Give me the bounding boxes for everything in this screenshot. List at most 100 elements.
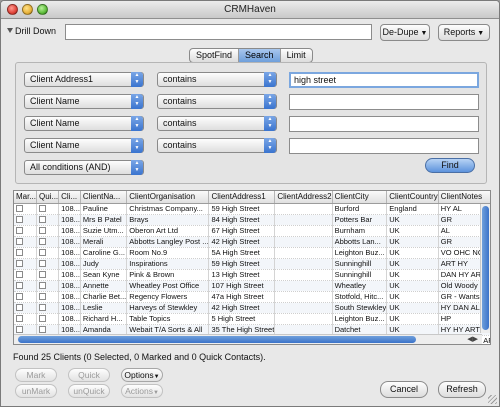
table-cell: Abbotts Langley Post ...	[126, 236, 210, 248]
quick-checkbox[interactable]	[39, 282, 47, 290]
find-button[interactable]: Find	[425, 158, 475, 173]
checkbox-cell	[36, 236, 60, 248]
column-header[interactable]: Qui...	[36, 191, 60, 204]
options-button[interactable]: Options▼	[121, 368, 163, 382]
mark-checkbox[interactable]	[16, 238, 23, 246]
operator-select[interactable]: contains ▲ ▼	[157, 94, 277, 109]
table-row[interactable]: 108... Pauline Christmas Company... 59 High…	[14, 203, 490, 215]
conditions-select[interactable]: All conditions (AND) ▲ ▼	[24, 160, 144, 175]
table-row[interactable]: 108... Suzie Utm... Oberon Art Ltd 67 High …	[14, 225, 490, 237]
quick-checkbox[interactable]	[39, 271, 47, 279]
column-header[interactable]: ClientOrganisation	[126, 191, 210, 204]
vertical-scrollbar[interactable]	[480, 204, 490, 333]
quick-checkbox[interactable]	[39, 326, 47, 334]
dedupe-button[interactable]: De-Dupe ▼	[380, 24, 430, 41]
actions-button[interactable]: Actions▼	[121, 384, 163, 398]
scroll-arrows-icon[interactable]: ◀▶	[467, 335, 478, 343]
quick-checkbox[interactable]	[39, 249, 47, 257]
field-select-value: Client Name	[30, 140, 80, 150]
table-row[interactable]: 108... Judy Inspirations 59 High Street Sunn…	[14, 258, 490, 270]
tab-limit[interactable]: Limit	[281, 49, 312, 62]
table-cell: Harveys of Stewkley	[126, 302, 210, 314]
table-row[interactable]: 108... Caroline G... Room No.9 5A High Stre…	[14, 247, 490, 259]
criteria-value-input[interactable]: high street	[289, 72, 479, 88]
mark-checkbox[interactable]	[16, 326, 23, 334]
quick-checkbox[interactable]	[39, 293, 47, 301]
quick-checkbox[interactable]	[39, 315, 47, 323]
cancel-button[interactable]: Cancel	[380, 381, 428, 398]
table-cell: Oberon Art Ltd	[126, 225, 210, 237]
column-header[interactable]: ClientAddress1	[208, 191, 276, 204]
criteria-value-input[interactable]	[289, 94, 479, 110]
quick-checkbox[interactable]	[39, 304, 47, 312]
table-row[interactable]: 108... Charlie Bet... Regency Flowers 47a H…	[14, 291, 490, 303]
field-select[interactable]: Client Name ▲ ▼	[24, 94, 144, 109]
column-header[interactable]: Mar...	[14, 191, 38, 204]
criteria-value-input[interactable]	[289, 116, 479, 132]
quick-checkbox[interactable]	[39, 216, 47, 224]
mark-checkbox[interactable]	[16, 205, 23, 213]
table-cell: 108...	[58, 313, 81, 325]
table-row[interactable]: 108... Leslie Harveys of Stewkley 42 High S…	[14, 302, 490, 314]
table-row[interactable]: 108... Mrs B Patel Brays 84 High Street Pott…	[14, 214, 490, 226]
column-header[interactable]: ClientCity	[332, 191, 388, 204]
table-cell	[274, 247, 333, 259]
table-cell	[274, 269, 333, 281]
vertical-scroll-thumb[interactable]	[482, 206, 489, 330]
table-cell: UK	[386, 302, 439, 314]
quick-checkbox[interactable]	[39, 260, 47, 268]
unquick-button[interactable]: unQuick	[68, 384, 110, 398]
quick-checkbox[interactable]	[39, 238, 47, 246]
table-cell: 108...	[58, 280, 81, 292]
operator-select[interactable]: contains ▲ ▼	[157, 72, 277, 87]
tab-search[interactable]: Search	[239, 49, 281, 62]
operator-select-value: contains	[163, 96, 197, 106]
table-row[interactable]: 108... Richard H... Table Topics 5 High Str…	[14, 313, 490, 325]
field-select[interactable]: Client Address1 ▲ ▼	[24, 72, 144, 87]
reports-button[interactable]: Reports ▼	[438, 24, 490, 41]
mark-checkbox[interactable]	[16, 304, 23, 312]
column-header[interactable]: ClientNa...	[80, 191, 128, 204]
mark-checkbox[interactable]	[16, 216, 23, 224]
criteria-value-input[interactable]	[289, 138, 479, 154]
refresh-button[interactable]: Refresh	[438, 381, 486, 398]
column-header[interactable]: ClientCountry	[386, 191, 439, 204]
mark-checkbox[interactable]	[16, 293, 23, 301]
table-row[interactable]: 108... Sean Kyne Pink & Brown 13 High Stree…	[14, 269, 490, 281]
field-select[interactable]: Client Name ▲ ▼	[24, 138, 144, 153]
operator-select[interactable]: contains ▲ ▼	[157, 116, 277, 131]
mark-checkbox[interactable]	[16, 227, 23, 235]
operator-select[interactable]: contains ▲ ▼	[157, 138, 277, 153]
quick-button[interactable]: Quick	[68, 368, 110, 382]
mark-checkbox[interactable]	[16, 315, 23, 323]
tab-spotfind[interactable]: SpotFind	[190, 49, 240, 62]
table-cell: Judy	[80, 258, 128, 270]
field-select[interactable]: Client Name ▲ ▼	[24, 116, 144, 131]
table-cell: 67 High Street	[208, 225, 276, 237]
horizontal-scroll-thumb[interactable]	[18, 336, 416, 343]
clients-grid: Mar... Qui... Cli... ClientNa... ClientOrgan…	[14, 191, 490, 344]
mark-checkbox[interactable]	[16, 271, 23, 279]
disclosure-triangle-icon[interactable]	[7, 28, 13, 33]
table-row[interactable]: 108... Annette Wheatley Post Office 107 Hig…	[14, 280, 490, 292]
unmark-button[interactable]: unMark	[15, 384, 57, 398]
column-header[interactable]: ClientNotes	[438, 191, 490, 204]
mark-button[interactable]: Mark	[15, 368, 57, 382]
resize-grip-icon[interactable]	[488, 395, 497, 404]
drill-down-input[interactable]	[65, 24, 372, 40]
table-cell: Sunninghill	[332, 258, 388, 270]
column-header[interactable]: Cli...	[58, 191, 81, 204]
quick-checkbox[interactable]	[39, 205, 47, 213]
select-arrows-icon: ▲ ▼	[131, 116, 143, 131]
horizontal-scrollbar[interactable]: ◀▶	[14, 334, 482, 344]
table-cell: 42 High Street	[208, 236, 276, 248]
table-cell: Inspirations	[126, 258, 210, 270]
dedupe-label: De-Dupe	[382, 27, 419, 37]
column-header[interactable]: ClientAddress2	[274, 191, 333, 204]
table-row[interactable]: 108... Merali Abbotts Langley Post ... 42 H…	[14, 236, 490, 248]
quick-checkbox[interactable]	[39, 227, 47, 235]
mark-checkbox[interactable]	[16, 282, 23, 290]
checkbox-cell	[14, 214, 38, 226]
mark-checkbox[interactable]	[16, 249, 23, 257]
mark-checkbox[interactable]	[16, 260, 23, 268]
